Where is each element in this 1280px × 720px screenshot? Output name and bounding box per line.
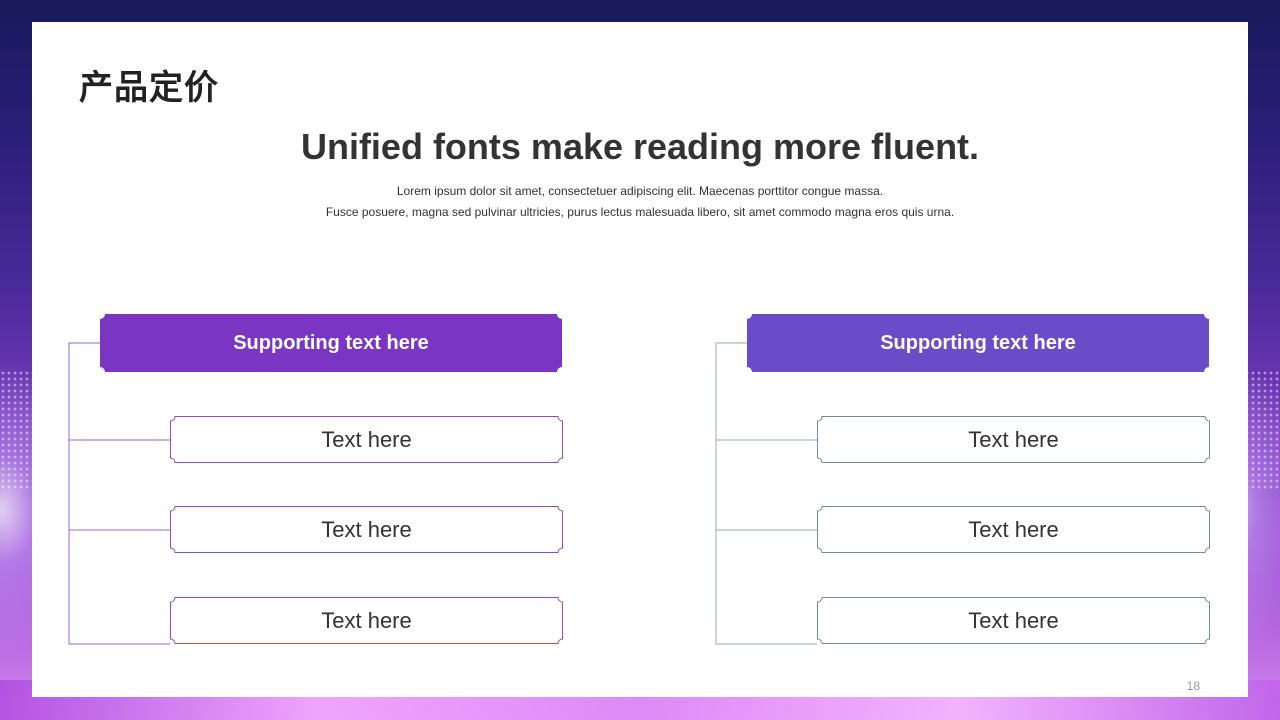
list-item: Text here — [170, 416, 563, 463]
group-header-right: Supporting text here — [747, 314, 1209, 372]
group-header-label: Supporting text here — [233, 332, 429, 354]
pricing-group-right: Supporting text here Text here Text here… — [715, 312, 1235, 652]
headline: Unified fonts make reading more fluent. — [300, 126, 980, 167]
list-item-label: Text here — [968, 608, 1059, 633]
list-item: Text here — [817, 597, 1210, 644]
subtitle-line-2: Fusce posuere, magna sed pulvinar ultric… — [325, 205, 955, 219]
group-header-left: Supporting text here — [100, 314, 562, 372]
page-number: 18 — [1186, 679, 1200, 693]
group-header-label: Supporting text here — [880, 332, 1076, 354]
list-item-label: Text here — [321, 427, 412, 452]
list-item: Text here — [817, 416, 1210, 463]
pricing-group-left: Supporting text here Text here Text here… — [68, 312, 588, 652]
subtitle-line-1: Lorem ipsum dolor sit amet, consectetuer… — [396, 184, 884, 198]
slide-canvas: 产品定价 Unified fonts make reading more flu… — [32, 22, 1248, 697]
list-item: Text here — [170, 597, 563, 644]
list-item-label: Text here — [968, 517, 1059, 542]
page-title: 产品定价 — [79, 68, 219, 108]
list-item: Text here — [170, 506, 563, 553]
list-item-label: Text here — [968, 427, 1059, 452]
list-item: Text here — [817, 506, 1210, 553]
list-item-label: Text here — [321, 517, 412, 542]
list-item-label: Text here — [321, 608, 412, 633]
